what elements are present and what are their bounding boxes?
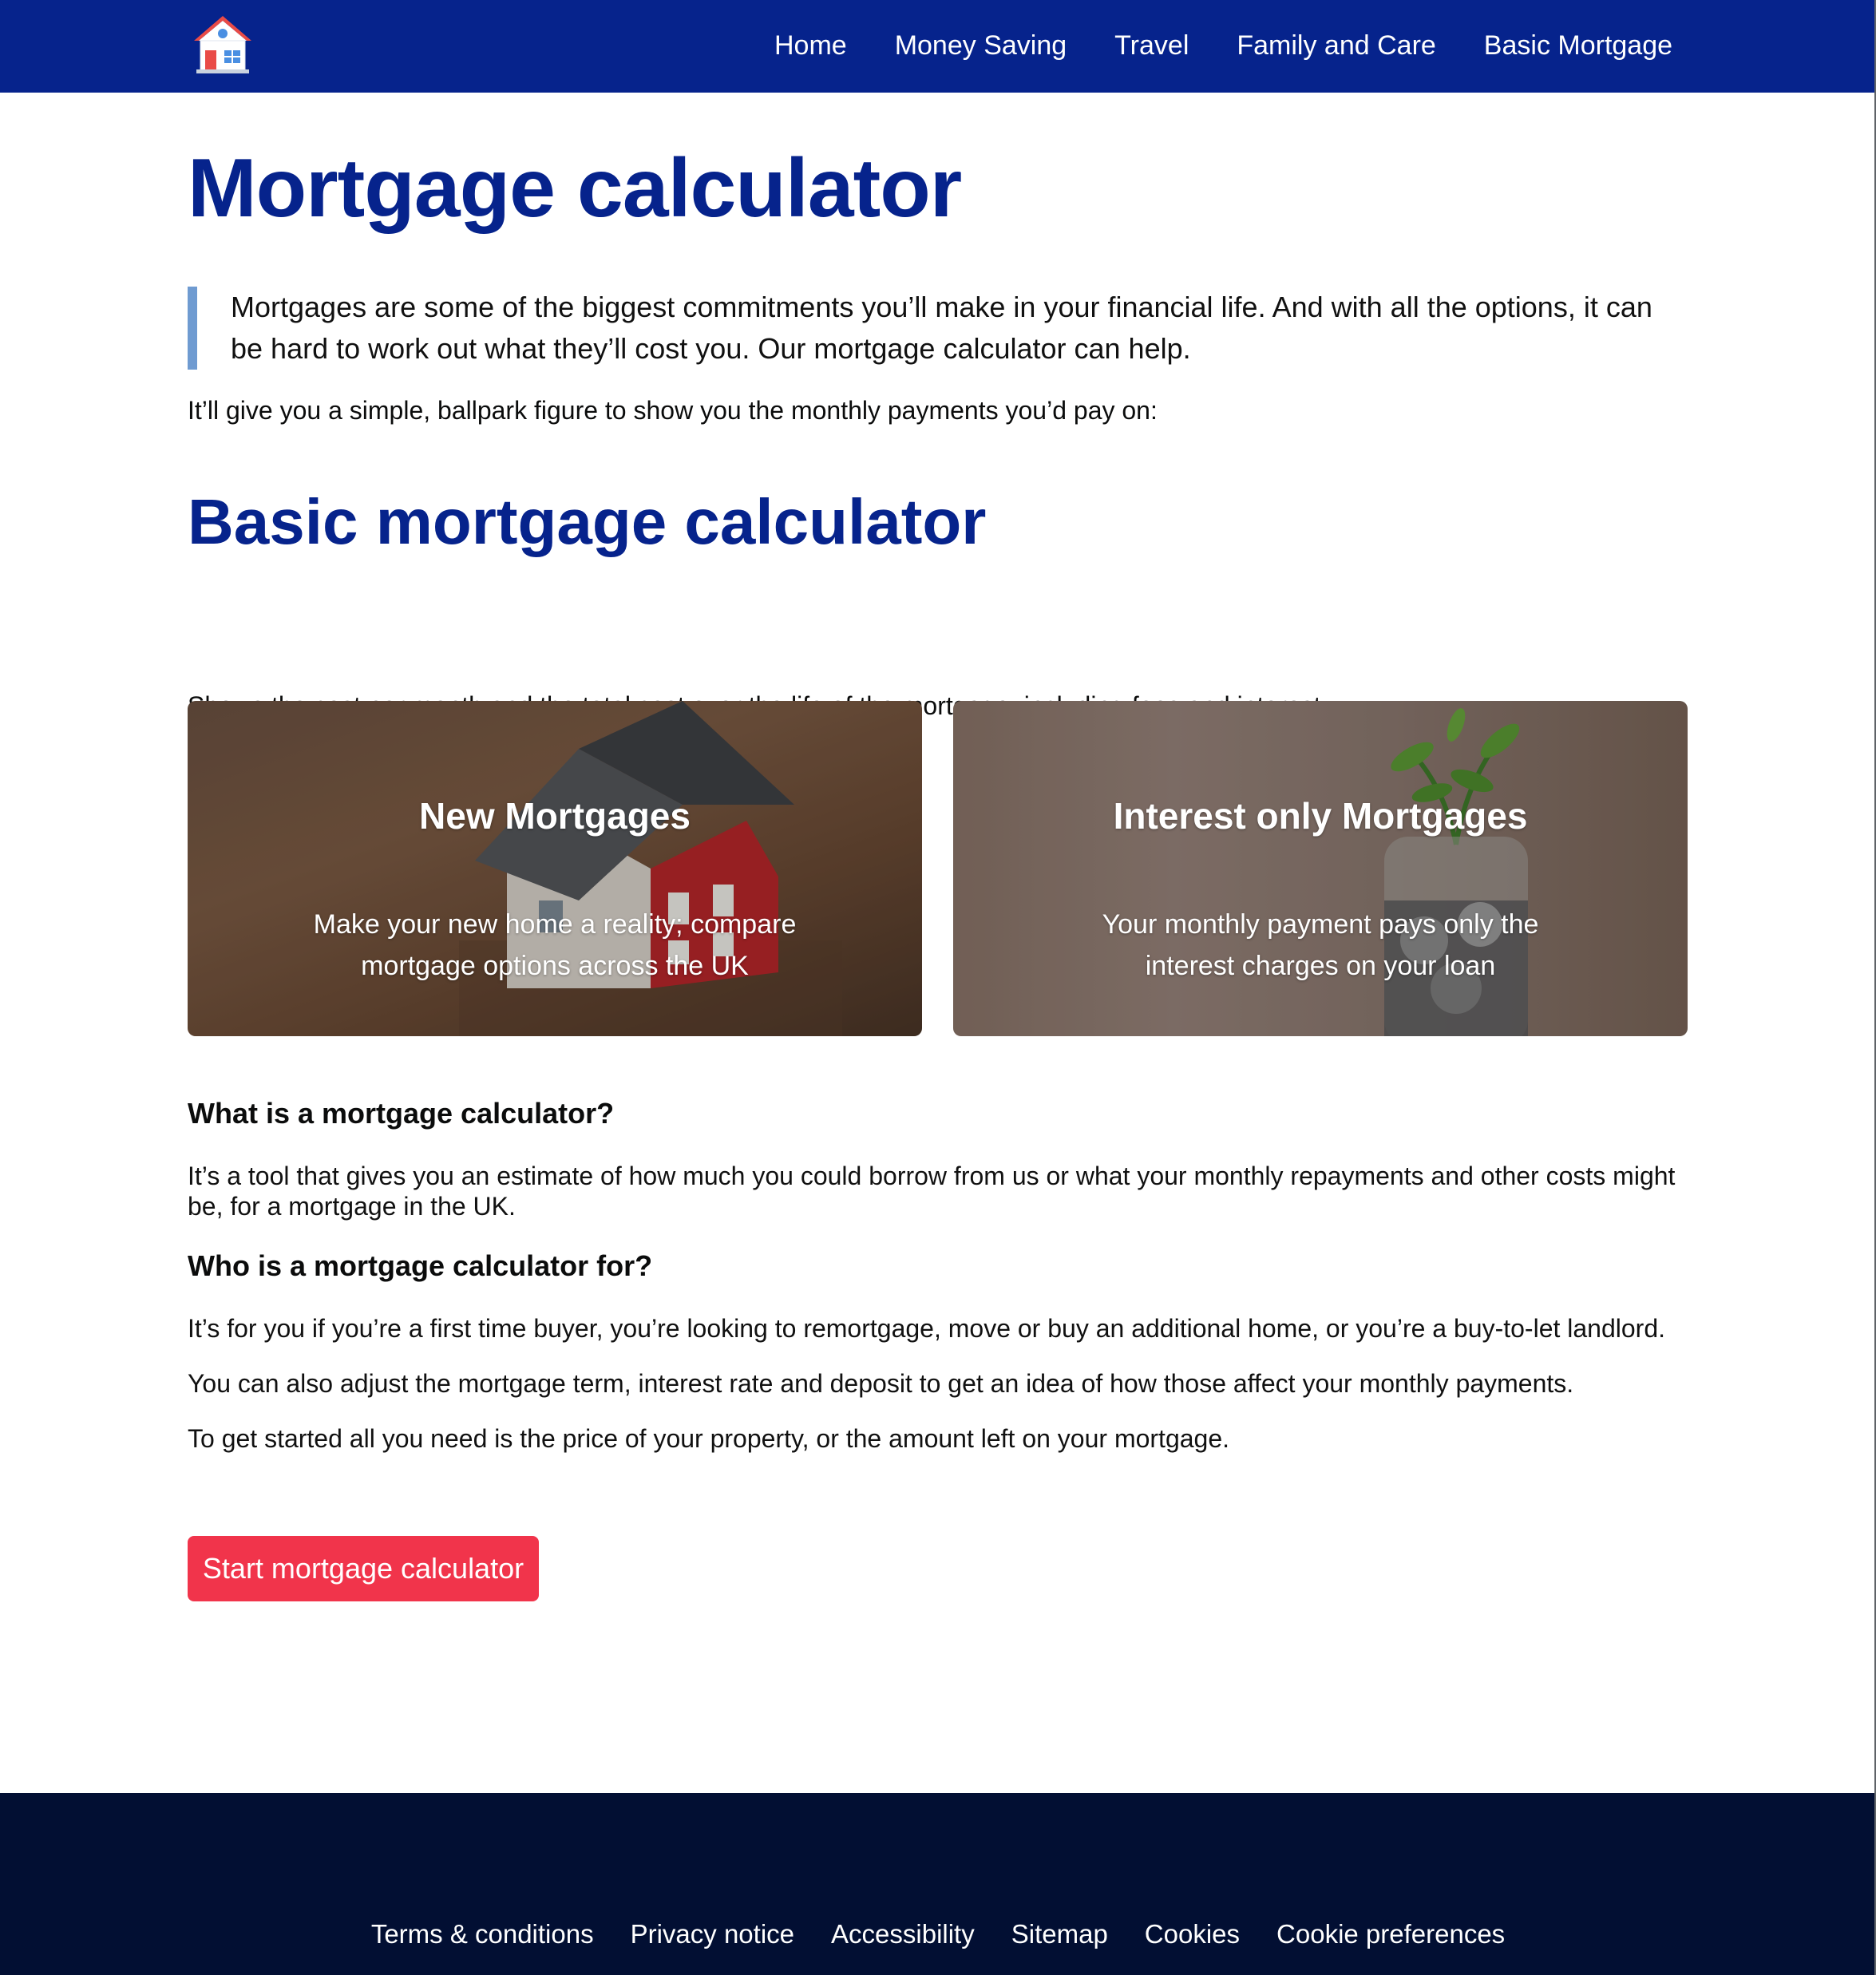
card-title: Interest only Mortgages <box>1113 795 1528 837</box>
section-title: Basic mortgage calculator <box>188 486 987 557</box>
logo-house-graphic <box>194 16 251 73</box>
card-title: New Mortgages <box>419 795 691 837</box>
nav-basic-mortgage[interactable]: Basic Mortgage <box>1484 27 1672 64</box>
interest-only-mortgages-card[interactable]: Interest only Mortgages Your monthly pay… <box>953 701 1688 1036</box>
ballpark-text: It’ll give you a simple, ballpark figure… <box>188 396 1158 425</box>
footer-terms[interactable]: Terms & conditions <box>371 1917 594 1952</box>
page-title: Mortgage calculator <box>188 142 962 235</box>
site-header: Home Money Saving Travel Family and Care… <box>0 0 1876 93</box>
footer-links: Terms & conditions Privacy notice Access… <box>0 1917 1876 1952</box>
new-mortgages-card[interactable]: New Mortgages Make your new home a reali… <box>188 701 922 1036</box>
footer-sitemap[interactable]: Sitemap <box>1011 1917 1108 1952</box>
who-is-text-1: It’s for you if you’re a first time buye… <box>188 1314 1666 1343</box>
footer-cookies[interactable]: Cookies <box>1145 1917 1240 1952</box>
card-text: Make your new home a reality; compare mo… <box>313 909 797 981</box>
footer-privacy[interactable]: Privacy notice <box>631 1917 794 1952</box>
site-footer: Terms & conditions Privacy notice Access… <box>0 1793 1876 1975</box>
footer-accessibility[interactable]: Accessibility <box>831 1917 975 1952</box>
what-is-text: It’s a tool that gives you an estimate o… <box>188 1162 1676 1221</box>
main-nav: Home Money Saving Travel Family and Care… <box>774 27 1672 64</box>
card-text: Your monthly payment pays only the inter… <box>1102 909 1539 981</box>
nav-family-and-care[interactable]: Family and Care <box>1237 27 1435 64</box>
who-is-text-3: To get started all you need is the price… <box>188 1424 1230 1453</box>
who-is-heading: Who is a mortgage calculator for? <box>188 1249 653 1282</box>
nav-money-saving[interactable]: Money Saving <box>895 27 1067 64</box>
who-is-text-2: You can also adjust the mortgage term, i… <box>188 1369 1574 1398</box>
footer-cookie-preferences[interactable]: Cookie preferences <box>1276 1917 1505 1952</box>
house-icon[interactable] <box>192 14 254 74</box>
nav-home[interactable]: Home <box>774 27 847 64</box>
intro-quote: Mortgages are some of the biggest commit… <box>188 287 1688 370</box>
start-mortgage-calculator-button[interactable]: Start mortgage calculator <box>188 1536 539 1601</box>
what-is-heading: What is a mortgage calculator? <box>188 1097 615 1130</box>
nav-travel[interactable]: Travel <box>1114 27 1189 64</box>
